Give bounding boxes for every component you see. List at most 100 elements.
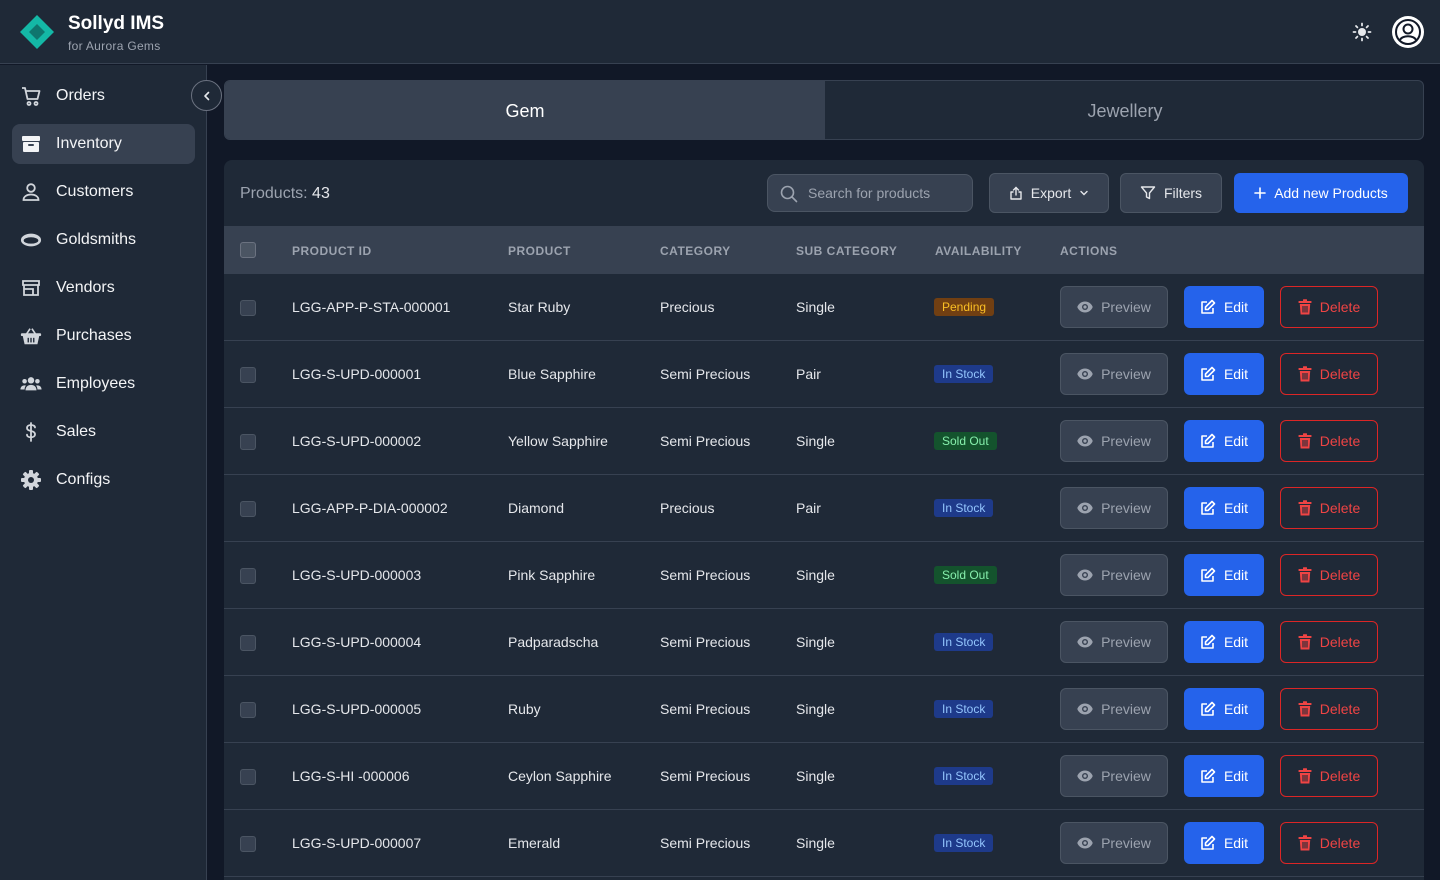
delete-label: Delete xyxy=(1319,835,1361,851)
add-new-products-label: Add new Products xyxy=(1274,185,1388,201)
preview-button[interactable]: Preview xyxy=(1060,420,1168,462)
row-checkbox[interactable] xyxy=(240,769,256,785)
category-cell: Semi Precious xyxy=(660,433,751,449)
sidebar-collapse-button[interactable] xyxy=(191,80,222,111)
sub-category-cell: Single xyxy=(796,701,835,717)
sub-category-cell: Single xyxy=(796,634,835,650)
table-row: LGG-S-UPD-000004 Padparadscha Semi Preciou… xyxy=(224,609,1424,676)
delete-button[interactable]: Delete xyxy=(1280,487,1378,529)
product-name-cell: Pink Sapphire xyxy=(508,567,596,583)
edit-label: Edit xyxy=(1223,634,1249,650)
product-id-cell: LGG-S-UPD-000002 xyxy=(292,433,422,449)
export-label: Export xyxy=(1030,185,1072,201)
column-header-sub-category: SUB CATEGORY xyxy=(796,244,898,258)
sidebar-item-label: Configs xyxy=(56,471,111,488)
availability-badge: In Stock xyxy=(934,700,994,718)
sidebar-item-vendors[interactable]: Vendors xyxy=(12,268,195,308)
category-cell: Semi Precious xyxy=(660,701,751,717)
sidebar-item-configs[interactable]: Configs xyxy=(12,460,195,500)
row-checkbox[interactable] xyxy=(240,702,256,718)
filters-button[interactable]: Filters xyxy=(1120,173,1222,213)
table-row: LGG-APP-P-STA-000001 Star Ruby Precious Sin… xyxy=(224,274,1424,341)
product-id-cell: LGG-S-UPD-000007 xyxy=(292,835,422,851)
preview-button[interactable]: Preview xyxy=(1060,755,1168,797)
sidebar-item-purchases[interactable]: Purchases xyxy=(12,316,195,356)
row-checkbox[interactable] xyxy=(240,836,256,852)
delete-button[interactable]: Delete xyxy=(1280,286,1378,328)
sidebar-item-label: Orders xyxy=(56,87,105,104)
edit-button[interactable]: Edit xyxy=(1184,286,1264,328)
row-checkbox[interactable] xyxy=(240,568,256,584)
sidebar-item-inventory[interactable]: Inventory xyxy=(12,124,195,164)
edit-icon xyxy=(1200,433,1216,449)
row-checkbox[interactable] xyxy=(240,367,256,383)
brand-title: Sollyd IMS xyxy=(68,13,165,34)
eye-icon xyxy=(1077,435,1093,447)
delete-button[interactable]: Delete xyxy=(1280,420,1378,462)
export-button[interactable]: Export xyxy=(989,173,1109,213)
edit-button[interactable]: Edit xyxy=(1184,554,1264,596)
select-all-checkbox[interactable] xyxy=(240,242,256,258)
preview-button[interactable]: Preview xyxy=(1060,487,1168,529)
sidebar-item-customers[interactable]: Customers xyxy=(12,172,195,212)
users-icon xyxy=(20,373,42,395)
eye-icon xyxy=(1077,502,1093,514)
sidebar-item-orders[interactable]: Orders xyxy=(12,76,195,116)
preview-button[interactable]: Preview xyxy=(1060,621,1168,663)
delete-button[interactable]: Delete xyxy=(1280,755,1378,797)
delete-button[interactable]: Delete xyxy=(1280,554,1378,596)
preview-button[interactable]: Preview xyxy=(1060,286,1168,328)
sidebar-item-sales[interactable]: Sales xyxy=(12,412,195,452)
edit-icon xyxy=(1200,299,1216,315)
sidebar-item-label: Purchases xyxy=(56,327,132,344)
row-checkbox[interactable] xyxy=(240,501,256,517)
tab-gem[interactable]: Gem xyxy=(225,81,825,139)
edit-label: Edit xyxy=(1223,366,1249,382)
edit-icon xyxy=(1200,500,1216,516)
share-icon xyxy=(1009,186,1023,200)
category-cell: Semi Precious xyxy=(660,366,751,382)
availability-badge: In Stock xyxy=(934,834,994,852)
edit-button[interactable]: Edit xyxy=(1184,688,1264,730)
product-type-tabs: Gem Jewellery xyxy=(224,80,1424,140)
add-new-products-button[interactable]: Add new Products xyxy=(1234,173,1408,213)
sidebar-item-employees[interactable]: Employees xyxy=(12,364,195,404)
edit-button[interactable]: Edit xyxy=(1184,420,1264,462)
filter-icon xyxy=(1140,185,1156,201)
edit-label: Edit xyxy=(1223,835,1249,851)
delete-button[interactable]: Delete xyxy=(1280,621,1378,663)
delete-button[interactable]: Delete xyxy=(1280,822,1378,864)
preview-button[interactable]: Preview xyxy=(1060,554,1168,596)
trash-icon xyxy=(1298,835,1312,851)
product-id-cell: LGG-S-UPD-000003 xyxy=(292,567,422,583)
products-count-value: 43 xyxy=(312,185,330,202)
trash-icon xyxy=(1298,768,1312,784)
sidebar-item-label: Vendors xyxy=(56,279,115,296)
trash-icon xyxy=(1298,299,1312,315)
row-checkbox[interactable] xyxy=(240,434,256,450)
sub-category-cell: Single xyxy=(796,835,835,851)
row-checkbox[interactable] xyxy=(240,635,256,651)
edit-button[interactable]: Edit xyxy=(1184,487,1264,529)
edit-button[interactable]: Edit xyxy=(1184,353,1264,395)
product-id-cell: LGG-S-UPD-000005 xyxy=(292,701,422,717)
preview-button[interactable]: Preview xyxy=(1060,688,1168,730)
row-checkbox[interactable] xyxy=(240,300,256,316)
delete-button[interactable]: Delete xyxy=(1280,353,1378,395)
store-icon xyxy=(20,277,42,299)
search-input[interactable] xyxy=(808,175,968,211)
preview-button[interactable]: Preview xyxy=(1060,353,1168,395)
availability-badge: In Stock xyxy=(934,499,994,517)
preview-button[interactable]: Preview xyxy=(1060,822,1168,864)
sidebar: Orders Inventory Customers Goldsmiths Ve… xyxy=(0,65,207,880)
edit-label: Edit xyxy=(1223,500,1249,516)
edit-button[interactable]: Edit xyxy=(1184,755,1264,797)
delete-button[interactable]: Delete xyxy=(1280,688,1378,730)
tab-jewellery[interactable]: Jewellery xyxy=(825,81,1423,139)
edit-button[interactable]: Edit xyxy=(1184,822,1264,864)
theme-toggle-button[interactable] xyxy=(1350,20,1374,44)
dollar-icon xyxy=(20,421,42,443)
edit-button[interactable]: Edit xyxy=(1184,621,1264,663)
avatar[interactable] xyxy=(1392,16,1424,48)
sidebar-item-goldsmiths[interactable]: Goldsmiths xyxy=(12,220,195,260)
